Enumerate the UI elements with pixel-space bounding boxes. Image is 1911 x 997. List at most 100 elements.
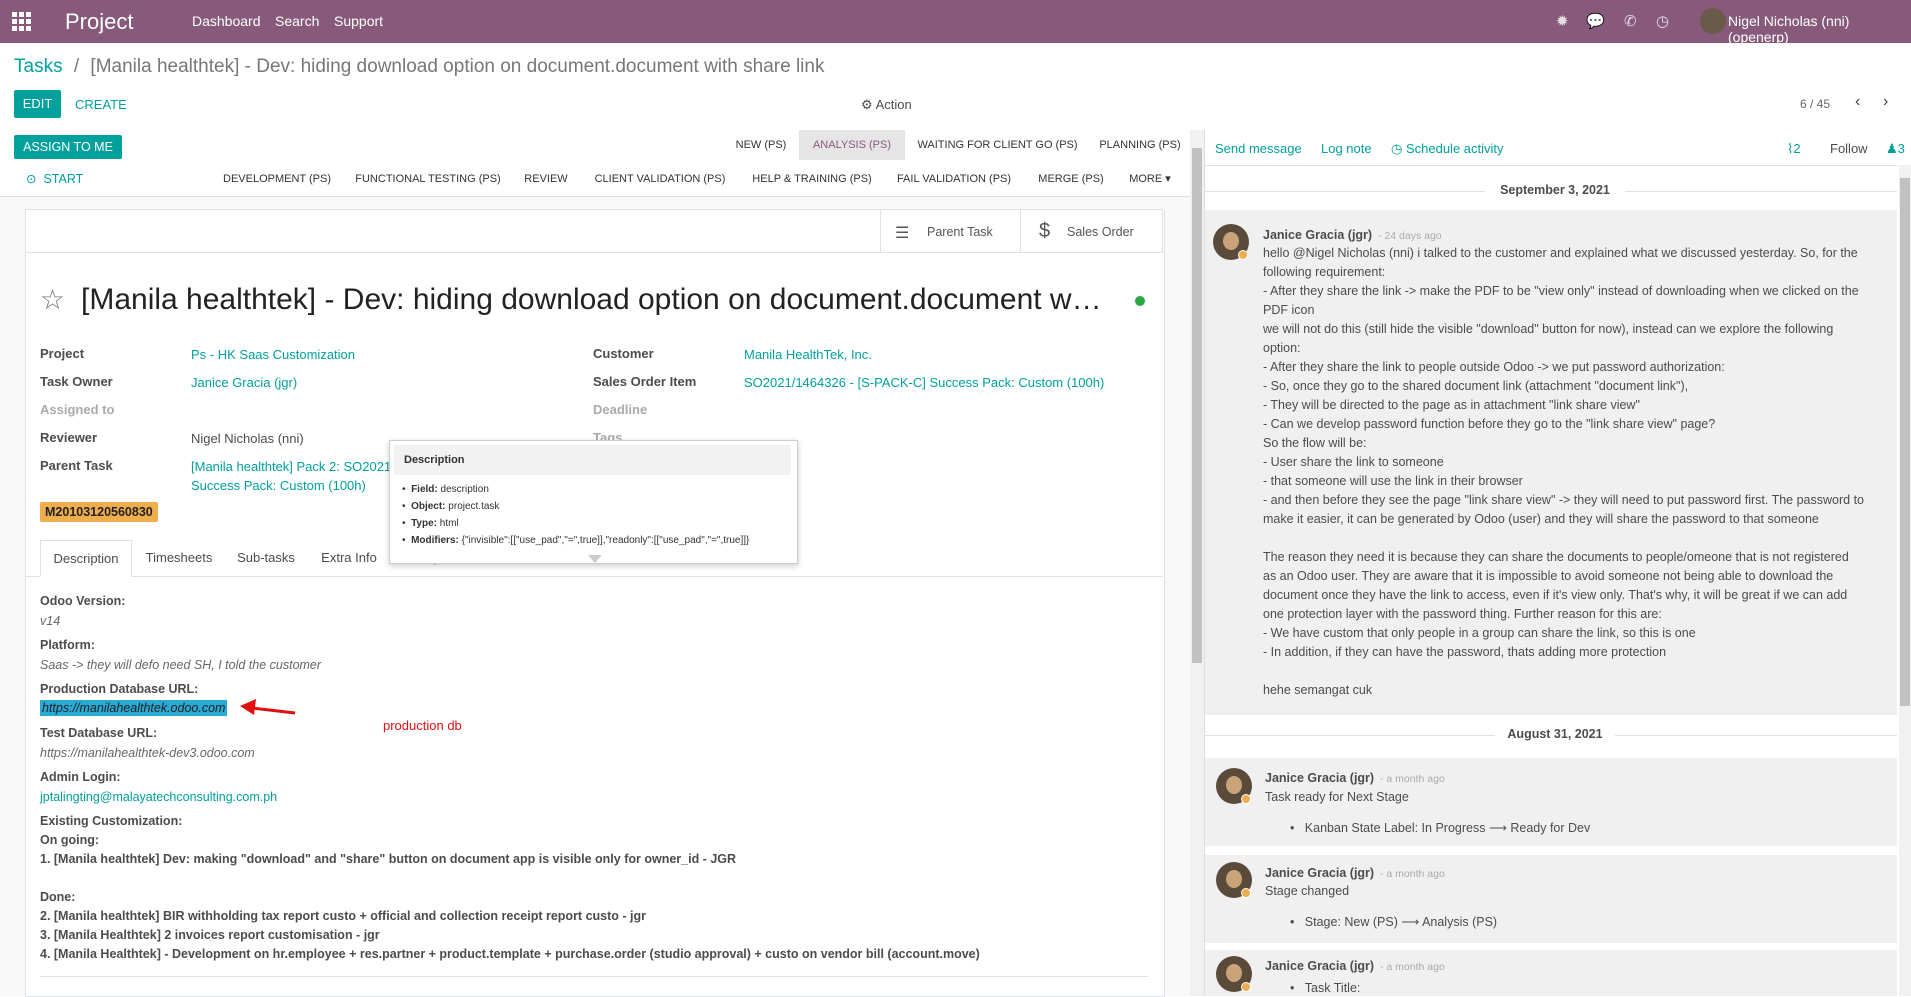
message-1-line	[1263, 531, 1893, 550]
followers-button[interactable]: ♟3	[1886, 141, 1905, 157]
done-item-3: 3. [Manila Healthtek] 2 invoices report …	[40, 928, 380, 942]
stage-more-label: MORE	[1129, 173, 1163, 185]
message-3-tracking: • Stage: New (PS) ⟶ Analysis (PS)	[1290, 915, 1498, 929]
stage-review[interactable]: REVIEW	[514, 164, 578, 194]
kanban-state-dot[interactable]	[1135, 296, 1145, 306]
stage-waiting-for-client-go[interactable]: WAITING FOR CLIENT GO (PS)	[905, 130, 1090, 160]
schedule-activity-button[interactable]: ◷ Schedule activity	[1391, 141, 1504, 157]
test-url-value: https://manilahealthtek-dev3.odoo.com	[40, 746, 255, 760]
top-navbar: Project Dashboard Search Support ✹ 💬 ✆ ◷…	[0, 0, 1911, 45]
gear-icon: ⚙	[861, 97, 873, 112]
follow-button[interactable]: Follow	[1830, 141, 1868, 156]
create-button[interactable]: CREATE	[75, 97, 127, 112]
platform-label: Platform:	[40, 638, 95, 652]
clock-icon[interactable]: ◷	[1656, 12, 1669, 30]
parent-task-value-line1[interactable]: [Manila healthtek] Pack 2: SO2021,	[191, 459, 395, 474]
message-1-line: - We have custom that only people in a g…	[1263, 626, 1696, 640]
star-priority-icon[interactable]: ☆	[40, 283, 65, 316]
task-owner-value[interactable]: Janice Gracia (jgr)	[191, 375, 297, 390]
status-dot	[1241, 888, 1251, 898]
message-2-author[interactable]: Janice Gracia (jgr)	[1265, 771, 1374, 785]
bug-icon[interactable]: ✹	[1556, 12, 1569, 30]
stage-help-training[interactable]: HELP & TRAINING (PS)	[742, 164, 882, 194]
user-menu[interactable]: Nigel Nicholas (nni) (openerp)	[1728, 13, 1911, 45]
attachments-button[interactable]: ⌇2	[1787, 141, 1801, 157]
phone-icon[interactable]: ✆	[1624, 12, 1637, 30]
message-1-line: make it easier, it can be generated by O…	[1263, 512, 1819, 526]
pager-previous-icon[interactable]: ‹	[1855, 93, 1860, 111]
parent-task-smart-button[interactable]: ☰ Parent Task	[880, 210, 1021, 253]
tooltip-modifiers-row: • Modifiers: {"invisible":[["use_pad","=…	[402, 535, 750, 546]
stage-client-validation[interactable]: CLIENT VALIDATION (PS)	[582, 164, 738, 194]
stage-more-dropdown[interactable]: MORE ▾	[1120, 164, 1180, 194]
breadcrumb-tasks[interactable]: Tasks	[14, 56, 63, 77]
chat-icon[interactable]: 💬	[1586, 12, 1605, 30]
message-3-body: Stage changed	[1265, 884, 1350, 898]
message-1-line: hehe semangat cuk	[1263, 683, 1373, 697]
log-note-button[interactable]: Log note	[1321, 141, 1372, 156]
form-sheet	[25, 210, 1165, 997]
app-brand[interactable]: Project	[65, 9, 133, 35]
stage-fail-validation[interactable]: FAIL VALIDATION (PS)	[886, 164, 1022, 194]
tooltip-title: Description	[394, 445, 791, 475]
message-3-time: - a month ago	[1380, 868, 1445, 880]
tab-sub-tasks[interactable]: Sub-tasks	[226, 540, 306, 576]
parent-task-value-line2[interactable]: Success Pack: Custom (100h)	[191, 478, 366, 493]
reviewer-value[interactable]: Nigel Nicholas (nni)	[191, 431, 304, 446]
menu-dashboard[interactable]: Dashboard	[192, 13, 261, 29]
action-menu[interactable]: ⚙ Action	[861, 97, 912, 113]
send-message-button[interactable]: Send message	[1215, 141, 1302, 156]
stage-functional-testing[interactable]: FUNCTIONAL TESTING (PS)	[346, 164, 510, 194]
pager-next-icon[interactable]: ›	[1883, 93, 1888, 111]
production-db-annotation: production db	[383, 718, 462, 733]
assign-to-me-button[interactable]: ASSIGN TO ME	[14, 135, 122, 159]
message-2-time: - a month ago	[1380, 773, 1445, 785]
message-1-line: we will not do this (still hide the visi…	[1263, 322, 1834, 336]
tab-timesheets[interactable]: Timesheets	[134, 540, 224, 576]
message-1-line: PDF icon	[1263, 303, 1315, 317]
project-value[interactable]: Ps - HK Saas Customization	[191, 347, 355, 362]
test-url-label: Test Database URL:	[40, 726, 158, 740]
description-divider	[40, 976, 1148, 977]
done-item-4: 4. [Manila Healthtek] - Development on h…	[40, 947, 980, 961]
task-title[interactable]: [Manila healthtek] - Dev: hiding downloa…	[81, 283, 1102, 317]
tag-badge[interactable]: M20103120560830	[40, 502, 158, 522]
reviewer-label: Reviewer	[40, 430, 98, 445]
apps-menu-icon[interactable]	[12, 12, 32, 32]
production-url-label: Production Database URL:	[40, 682, 199, 696]
stage-planning[interactable]: PLANNING (PS)	[1090, 130, 1190, 160]
message-3-author[interactable]: Janice Gracia (jgr)	[1265, 866, 1374, 880]
done-item-2: 2. [Manila healthtek] BIR withholding ta…	[40, 909, 646, 923]
message-1-line: - that someone will use the link in thei…	[1263, 474, 1523, 488]
pager-value[interactable]: 6 / 45	[1800, 97, 1830, 111]
menu-support[interactable]: Support	[334, 13, 383, 29]
sales-order-item-value[interactable]: SO2021/1464326 - [S-PACK-C] Success Pack…	[744, 375, 1104, 390]
stage-development[interactable]: DEVELOPMENT (PS)	[212, 164, 342, 194]
tab-description[interactable]: Description	[40, 540, 132, 577]
tab-extra-info[interactable]: Extra Info	[308, 540, 390, 576]
admin-login-value[interactable]: jptalingting@malayatechconsulting.com.ph	[40, 790, 277, 804]
parent-task-label: Parent Task	[40, 458, 113, 473]
message-1-author[interactable]: Janice Gracia (jgr)	[1263, 228, 1372, 242]
message-4-author[interactable]: Janice Gracia (jgr)	[1265, 959, 1374, 973]
user-avatar[interactable]	[1700, 8, 1726, 34]
chatter-scrollbar-thumb[interactable]	[1900, 178, 1910, 706]
field-tooltip: Description • Field: description • Objec…	[389, 440, 798, 564]
list-icon: ☰	[895, 225, 910, 242]
edit-button[interactable]: EDIT	[14, 90, 61, 118]
ongoing-label: On going:	[40, 833, 100, 847]
tabs-border	[25, 576, 1163, 577]
start-timer-button[interactable]: ⊙ START	[26, 171, 83, 186]
production-url-value[interactable]: https://manilahealthtek.odoo.com	[40, 700, 228, 716]
message-1-time: - 24 days ago	[1378, 230, 1442, 242]
form-scrollbar-thumb[interactable]	[1192, 148, 1202, 663]
status-dot	[1241, 794, 1251, 804]
message-1-line: - Can we develop password function befor…	[1263, 417, 1716, 431]
menu-search[interactable]: Search	[275, 13, 319, 29]
stage-merge[interactable]: MERGE (PS)	[1026, 164, 1116, 194]
stage-new[interactable]: NEW (PS)	[723, 130, 799, 160]
date-separator-2: August 31, 2021	[1495, 727, 1615, 741]
sales-order-smart-button[interactable]: $ Sales Order	[1020, 210, 1164, 253]
customer-value[interactable]: Manila HealthTek, Inc.	[744, 347, 872, 362]
stage-analysis[interactable]: ANALYSIS (PS)	[799, 130, 905, 160]
